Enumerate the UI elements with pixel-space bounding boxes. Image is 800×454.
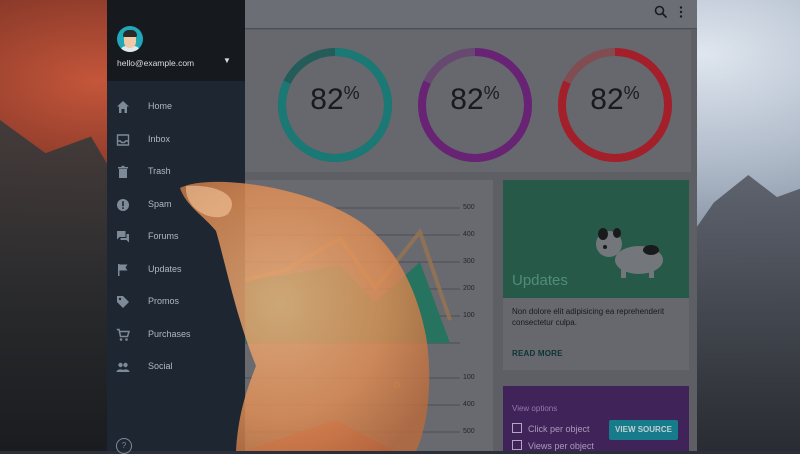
cart-icon — [116, 328, 130, 341]
nav-item-forums[interactable]: Forums — [107, 221, 245, 253]
nav-item-spam[interactable]: Spam — [107, 189, 245, 221]
nav-item-trash[interactable]: Trash — [107, 156, 245, 188]
nav-item-updates[interactable]: Updates — [107, 254, 245, 286]
navigation-drawer: hello@example.com ▼ Home Inbox Trash Spa… — [107, 0, 245, 454]
nav-item-purchases[interactable]: Purchases — [107, 319, 245, 351]
top-app-bar — [245, 0, 697, 29]
modal-scrim[interactable] — [245, 28, 697, 451]
flag-icon — [118, 264, 128, 276]
tag-icon — [117, 296, 129, 308]
avatar[interactable] — [117, 26, 143, 52]
nav-item-inbox[interactable]: Inbox — [107, 124, 245, 156]
nav-label: Social — [148, 361, 173, 371]
trash-icon — [118, 165, 128, 178]
people-icon — [116, 362, 130, 372]
more-vert-icon[interactable] — [673, 5, 689, 21]
chevron-down-icon[interactable]: ▼ — [223, 56, 231, 65]
nav-item-social[interactable]: Social — [107, 351, 245, 383]
nav-item-promos[interactable]: Promos — [107, 286, 245, 318]
search-icon[interactable] — [653, 5, 669, 21]
home-icon — [117, 101, 129, 113]
nav-label: Forums — [148, 231, 179, 241]
nav-item-home[interactable]: Home — [107, 91, 245, 123]
inbox-icon — [116, 134, 130, 146]
nav-label: Spam — [148, 199, 172, 209]
help-icon[interactable]: ? — [116, 438, 132, 454]
forum-icon — [117, 231, 129, 243]
nav-label: Trash — [148, 166, 171, 176]
nav-label: Promos — [148, 296, 180, 306]
nav-label: Purchases — [148, 329, 191, 339]
nav-label: Inbox — [148, 134, 171, 144]
nav-label: Home — [148, 101, 173, 111]
account-email: hello@example.com — [117, 58, 195, 68]
spam-icon — [117, 199, 129, 211]
nav-label: Updates — [148, 264, 182, 274]
drawer-header: hello@example.com ▼ — [107, 0, 245, 81]
